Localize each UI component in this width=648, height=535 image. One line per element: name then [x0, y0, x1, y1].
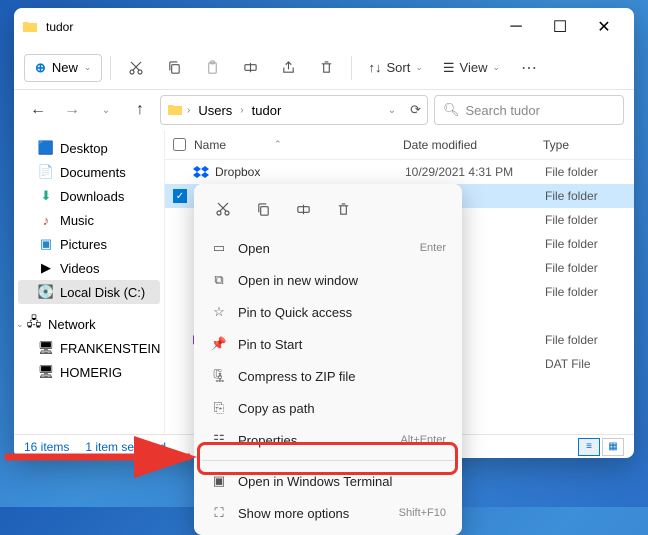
copy-icon[interactable] — [157, 52, 191, 84]
column-name[interactable]: Name ⌃ — [165, 138, 395, 152]
ctx-open-in-windows-terminal[interactable]: ▣Open in Windows Terminal — [200, 465, 456, 497]
table-row[interactable]: Dropbox10/29/2021 4:31 PMFile folder — [165, 160, 634, 184]
ctx-properties[interactable]: ☷PropertiesAlt+Enter — [200, 424, 456, 456]
more-icon[interactable]: ⋯ — [512, 52, 546, 84]
sidebar-item-videos[interactable]: ▶Videos — [14, 256, 164, 280]
sidebar-item-pc2[interactable]: 🖥HOMERIG — [14, 360, 164, 384]
ctx-copy-as-path[interactable]: ⎘Copy as path — [200, 392, 456, 424]
forward-button[interactable]: → — [58, 96, 86, 124]
address-bar: ← → ⌄ ↑ › Users › tudor ⌄ ⟳ 🔍︎ Search tu… — [14, 90, 634, 130]
view-button[interactable]: ☰ View ⌄ — [435, 55, 508, 81]
details-view-button[interactable]: ≡ — [578, 438, 600, 456]
chevron-down-icon: ⌄ — [84, 62, 92, 73]
folder-icon — [167, 102, 183, 118]
sidebar-item-downloads[interactable]: ⬇Downloads — [14, 184, 164, 208]
item-count: 16 items — [24, 440, 69, 454]
titlebar: tudor ─ ☐ ✕ — [14, 8, 634, 46]
sort-button[interactable]: ↑↓ Sort ⌄ — [360, 55, 430, 80]
sidebar-item-music[interactable]: ♪Music — [14, 208, 164, 232]
column-type[interactable]: Type — [535, 138, 634, 152]
cut-icon[interactable] — [119, 52, 153, 84]
icons-view-button[interactable]: ▦ — [602, 438, 624, 456]
close-button[interactable]: ✕ — [582, 12, 626, 42]
view-icon: ☰ — [443, 60, 455, 76]
plus-icon: ⊕ — [35, 60, 46, 76]
sidebar-item-network[interactable]: ⌄🖧Network — [14, 312, 164, 336]
minimize-button[interactable]: ─ — [494, 12, 538, 42]
chevron-down-icon[interactable]: ⌄ — [388, 105, 396, 116]
ctx-delete-icon[interactable] — [326, 194, 360, 224]
delete-icon[interactable] — [309, 52, 343, 84]
selection-count: 1 item selected — [85, 440, 166, 454]
ctx-show-more-options[interactable]: ⛶Show more optionsShift+F10 — [200, 497, 456, 529]
search-icon: 🔍︎ — [443, 102, 460, 118]
column-date[interactable]: Date modified — [395, 138, 535, 152]
sidebar-item-pictures[interactable]: ▣Pictures — [14, 232, 164, 256]
refresh-icon[interactable]: ⟳ — [410, 102, 421, 118]
context-menu: ▭OpenEnter⧉Open in new window☆Pin to Qui… — [194, 184, 462, 535]
new-button[interactable]: ⊕ New ⌄ — [24, 54, 102, 82]
up-button[interactable]: ↑ — [126, 96, 154, 124]
ctx-open-in-new-window[interactable]: ⧉Open in new window — [200, 264, 456, 296]
ctx-copy-icon[interactable] — [246, 194, 280, 224]
recent-button[interactable]: ⌄ — [92, 96, 120, 124]
paste-icon[interactable] — [195, 52, 229, 84]
sort-icon: ↑↓ — [368, 60, 381, 75]
sidebar: 🟦Desktop 📄Documents ⬇Downloads ♪Music ▣P… — [14, 130, 164, 434]
breadcrumb[interactable]: › Users › tudor ⌄ ⟳ — [160, 95, 428, 125]
rename-icon[interactable] — [233, 52, 267, 84]
folder-icon — [22, 19, 38, 35]
sidebar-item-desktop[interactable]: 🟦Desktop — [14, 136, 164, 160]
ctx-rename-icon[interactable] — [286, 194, 320, 224]
ctx-compress-to-zip-file[interactable]: 🗜Compress to ZIP file — [200, 360, 456, 392]
ctx-pin-to-quick-access[interactable]: ☆Pin to Quick access — [200, 296, 456, 328]
search-input[interactable]: 🔍︎ Search tudor — [434, 95, 624, 125]
window-title: tudor — [46, 20, 494, 34]
sidebar-item-pc1[interactable]: 🖥FRANKENSTEIN — [14, 336, 164, 360]
toolbar: ⊕ New ⌄ ↑↓ Sort ⌄ ☰ View ⌄ ⋯ — [14, 46, 634, 90]
share-icon[interactable] — [271, 52, 305, 84]
ctx-cut-icon[interactable] — [206, 194, 240, 224]
sidebar-item-local-disk[interactable]: 💽Local Disk (C:) — [18, 280, 160, 304]
sidebar-item-documents[interactable]: 📄Documents — [14, 160, 164, 184]
back-button[interactable]: ← — [24, 96, 52, 124]
maximize-button[interactable]: ☐ — [538, 12, 582, 42]
ctx-open[interactable]: ▭OpenEnter — [200, 232, 456, 264]
ctx-pin-to-start[interactable]: 📌Pin to Start — [200, 328, 456, 360]
